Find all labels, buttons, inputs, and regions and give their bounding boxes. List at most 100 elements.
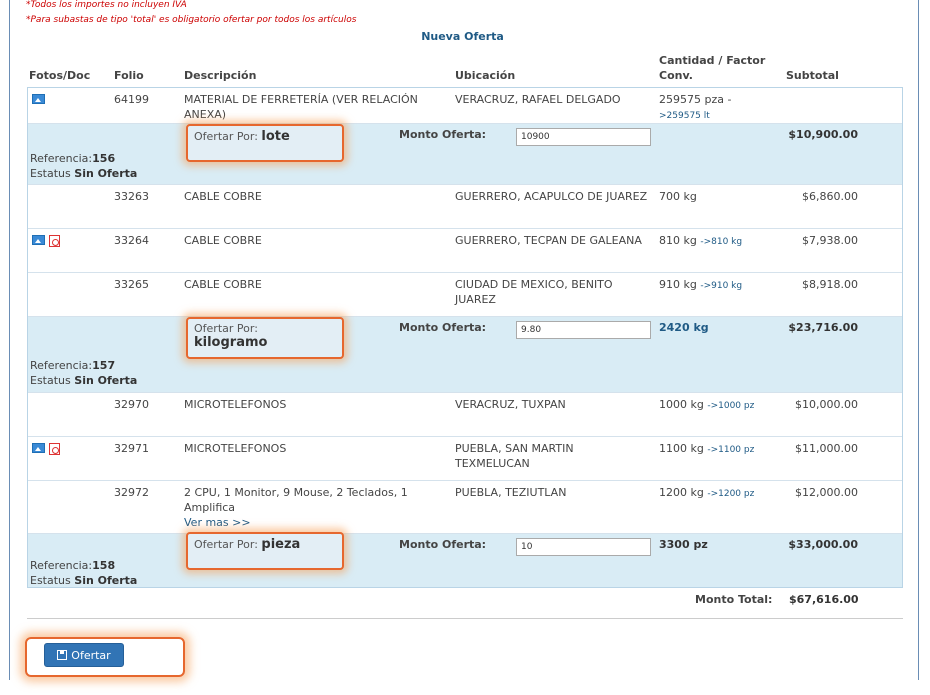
header-ubicacion: Ubicación <box>455 69 516 82</box>
save-icon <box>57 650 68 660</box>
referencia-value: 157 <box>92 359 116 372</box>
ubicacion: GUERRERO, TECPAN DE GALEANA <box>455 234 642 247</box>
subtotal: $6,860.00 <box>802 190 858 203</box>
pdf-icon[interactable] <box>49 235 60 247</box>
ofertar-highlight: Ofertar <box>25 637 185 677</box>
descripcion: CABLE COBRE <box>184 234 262 247</box>
folio: 32972 <box>114 486 149 499</box>
monto-oferta-input[interactable] <box>516 538 651 556</box>
referencia-value: 156 <box>92 152 116 165</box>
monto-total-label: Monto Total: <box>695 593 773 606</box>
row-icons <box>32 235 62 247</box>
table-row: 33264 CABLE COBRE GUERRERO, TECPAN DE GA… <box>28 229 902 273</box>
subtotal: $8,918.00 <box>802 278 858 291</box>
offers-table: 64199 MATERIAL DE FERRETERÍA (VER RELACI… <box>27 87 903 588</box>
descripcion: MICROTELEFONOS <box>184 442 287 455</box>
divider <box>27 618 903 619</box>
factor-conv: ->1200 pz <box>707 489 755 499</box>
ofertar-por-unit: pieza <box>261 537 301 552</box>
cantidad: 910 kg ->910 kg <box>659 277 789 294</box>
referencia-value: 158 <box>92 559 116 572</box>
ubicacion: VERACRUZ, TUXPAN <box>455 398 566 411</box>
table-row: 33263 CABLE COBRE GUERRERO, ACAPULCO DE … <box>28 185 902 229</box>
image-icon[interactable] <box>32 443 45 453</box>
referencia: Referencia:158 Estatus Sin Oferta <box>30 558 137 588</box>
ofertar-por-box: Ofertar Por: pieza <box>186 532 344 570</box>
table-row: 64199 MATERIAL DE FERRETERÍA (VER RELACI… <box>28 88 902 124</box>
monto-oferta-label: Monto Oferta: <box>399 128 487 141</box>
subtotal: $10,000.00 <box>795 398 858 411</box>
ofertar-por-label: Ofertar Por: <box>194 322 258 335</box>
row-icons <box>32 443 62 455</box>
cantidad: 1200 kg ->1200 pz <box>659 485 789 502</box>
ofertar-button-label: Ofertar <box>71 648 111 662</box>
cantidad-value: 259575 pza - <box>659 93 732 106</box>
folio: 33264 <box>114 234 149 247</box>
group-quantity: 2420 kg <box>659 321 709 334</box>
cantidad: 810 kg ->810 kg <box>659 233 789 250</box>
cantidad: 1100 kg ->1100 pz <box>659 441 789 458</box>
factor-conv: ->810 kg <box>700 237 743 247</box>
referencia-label: Referencia: <box>30 559 93 572</box>
ofertar-por-label: Ofertar Por: <box>194 130 258 143</box>
cantidad-value: 1000 kg <box>659 398 704 411</box>
estatus-value: Sin Oferta <box>74 167 138 180</box>
descripcion: 2 CPU, 1 Monitor, 9 Mouse, 2 Teclados, 1… <box>184 485 444 530</box>
header-cantidad: Cantidad / Factor <box>659 54 766 67</box>
cantidad: 1000 kg ->1000 pz <box>659 397 789 414</box>
group-row: Ofertar Por: lote Monto Oferta: $10,900.… <box>28 124 902 185</box>
descripcion: CABLE COBRE <box>184 190 262 203</box>
referencia-label: Referencia: <box>30 152 93 165</box>
ubicacion: CIUDAD DE MEXICO, BENITO JUAREZ <box>455 278 613 306</box>
group-subtotal: $10,900.00 <box>788 128 858 141</box>
factor-conv: >259575 lt <box>659 111 710 121</box>
ver-mas-link[interactable]: Ver mas >> <box>184 516 251 529</box>
row-icons <box>32 94 62 106</box>
referencia: Referencia:157 Estatus Sin Oferta <box>30 358 137 388</box>
pdf-icon[interactable] <box>49 443 60 455</box>
group-row: Ofertar Por: pieza Monto Oferta: 3300 pz… <box>28 532 902 588</box>
ofertar-por-unit: lote <box>261 129 290 144</box>
header-subtotal: Subtotal <box>786 69 839 82</box>
ofertar-por-box: Ofertar Por: kilogramo <box>186 317 344 359</box>
ofertar-por-box: Ofertar Por: lote <box>186 124 344 162</box>
group-subtotal: $23,716.00 <box>788 321 858 334</box>
subtotal: $7,938.00 <box>802 234 858 247</box>
descripcion: CABLE COBRE <box>184 278 262 291</box>
table-row: 32970 MICROTELEFONOS VERACRUZ, TUXPAN 10… <box>28 393 902 437</box>
referencia-label: Referencia: <box>30 359 93 372</box>
folio: 64199 <box>114 93 149 106</box>
ubicacion: PUEBLA, SAN MARTIN TEXMELUCAN <box>455 442 574 470</box>
image-icon[interactable] <box>32 235 45 245</box>
ofertar-por-label: Ofertar Por: <box>194 538 258 551</box>
monto-oferta-input[interactable] <box>516 321 651 339</box>
monto-total-value: $67,616.00 <box>789 593 859 606</box>
cantidad-value: 910 kg <box>659 278 697 291</box>
cantidad: 259575 pza - >259575 lt <box>659 92 789 124</box>
header-folio: Folio <box>114 69 144 82</box>
iva-note: *Todos los importes no incluyen IVA <box>26 0 187 10</box>
folio: 32971 <box>114 442 149 455</box>
cantidad: 700 kg <box>659 189 789 204</box>
monto-oferta-label: Monto Oferta: <box>399 321 487 334</box>
monto-oferta-label: Monto Oferta: <box>399 538 487 551</box>
image-icon[interactable] <box>32 94 45 104</box>
ofertar-button[interactable]: Ofertar <box>44 643 124 667</box>
cantidad-value: 810 kg <box>659 234 697 247</box>
folio: 33263 <box>114 190 149 203</box>
estatus-label: Estatus <box>30 374 71 387</box>
section-title: Nueva Oferta <box>421 30 504 43</box>
factor-conv: ->1000 pz <box>707 401 755 411</box>
monto-oferta-input[interactable] <box>516 128 651 146</box>
cantidad-value: 700 kg <box>659 190 697 203</box>
folio: 32970 <box>114 398 149 411</box>
subtotal: $11,000.00 <box>795 442 858 455</box>
factor-conv: ->1100 pz <box>707 445 755 455</box>
subtotal: $12,000.00 <box>795 486 858 499</box>
table-row: 32972 2 CPU, 1 Monitor, 9 Mouse, 2 Tecla… <box>28 481 902 534</box>
group-subtotal: $33,000.00 <box>788 538 858 551</box>
estatus-value: Sin Oferta <box>74 574 138 587</box>
ubicacion: VERACRUZ, RAFAEL DELGADO <box>455 93 621 106</box>
header-fotos: Fotos/Doc <box>29 69 91 82</box>
group-quantity: 3300 pz <box>659 538 708 551</box>
